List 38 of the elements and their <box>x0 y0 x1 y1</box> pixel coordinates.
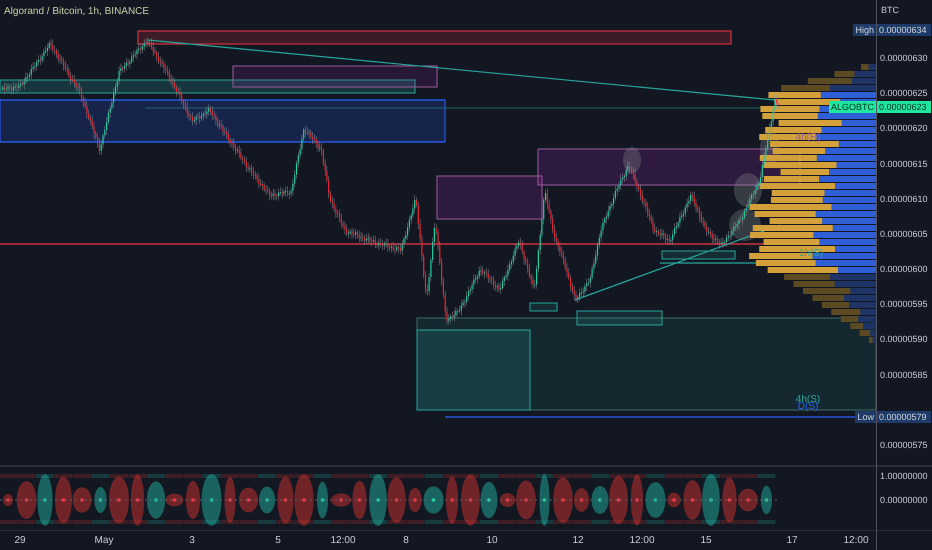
price-tick-label: 0.00000600 <box>880 263 928 276</box>
price-tick-label: 0.00000575 <box>880 438 928 451</box>
price-zone <box>530 302 558 312</box>
price-tick-label: 0.00000605 <box>880 228 928 240</box>
marker-label: ALGOBTC <box>828 101 876 114</box>
price-tick-label: 0.00000595 <box>880 298 928 310</box>
price-tick-label: 0.00000590 <box>880 333 928 346</box>
price-badge: 0.00000634 <box>877 24 931 36</box>
level-label: 1h(S) <box>798 249 824 259</box>
time-tick-label: 12:00 <box>330 535 356 546</box>
price-tick-label: 0.00000625 <box>880 87 928 100</box>
marker-label: High <box>853 24 876 36</box>
price-tick-label: 0.00000615 <box>880 158 928 170</box>
highlight-ellipse <box>623 147 641 173</box>
price-badge: 0.00000579 <box>877 410 931 423</box>
price-tick-label: 0.00000630 <box>880 52 928 64</box>
time-tick-label: 17 <box>786 535 798 546</box>
time-tick-label: May <box>94 535 114 546</box>
chart-title: Algorand / Bitcoin, 1h, BINANCE <box>4 6 150 17</box>
time-tick-label: 12:00 <box>629 535 655 546</box>
price-tick-label: 0.00000620 <box>880 122 928 134</box>
time-tick-label: 12:00 <box>843 535 869 546</box>
time-tick-label: 5 <box>275 535 281 546</box>
price-tick-label: 0.00000610 <box>880 192 928 205</box>
level-label: D(S) <box>798 402 818 412</box>
unit-label: BTC <box>881 5 899 15</box>
oscillator-tick-label: 0.00000000 <box>880 494 928 506</box>
time-tick-label: 15 <box>700 535 712 546</box>
time-tick-label: 12 <box>572 535 584 546</box>
time-tick-label: 29 <box>14 535 26 546</box>
price-badge: 0.00000623 <box>877 101 931 114</box>
time-tick-label: 3 <box>189 535 195 546</box>
oscillator-tick-label: 1.00000000 <box>880 470 928 482</box>
highlight-ellipse <box>734 173 762 207</box>
marker-label: Low <box>855 410 876 423</box>
time-tick-label: 10 <box>486 535 498 546</box>
price-tick-label: 0.00000585 <box>880 368 928 381</box>
time-tick-label: 8 <box>403 535 409 546</box>
